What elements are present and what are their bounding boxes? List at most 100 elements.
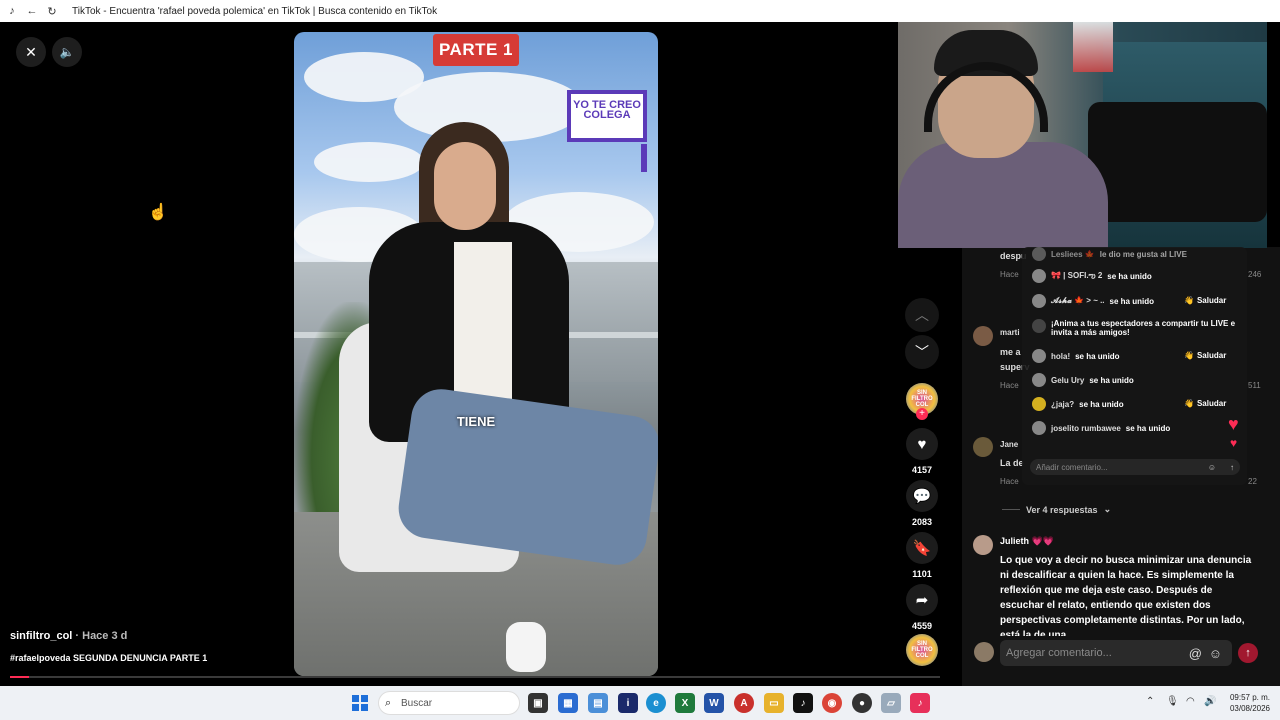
bookmark-icon: 🔖 [912,540,932,557]
author-username[interactable]: sinfiltro_col [10,630,72,642]
jacket-shape [898,142,1108,248]
save-count: 1101 [912,569,932,579]
wave-icon: 👋 [1184,351,1194,360]
microphone-icon[interactable]: 🎙 [1166,696,1179,707]
excel-icon[interactable]: X [675,693,695,713]
comment-text: me a [1000,347,1021,357]
sticker-bar [641,144,647,172]
shirt-shape [454,242,512,412]
video-progress-bar[interactable] [10,676,940,678]
clock-date: 03/08/2026 [1229,704,1270,713]
cloud-shape [314,142,424,182]
comment-text: La de [1000,458,1024,468]
volume-button[interactable]: 🔈 [52,37,82,67]
tiktok-logo-icon: ♪ [9,5,15,17]
share-action[interactable]: ➦ 4559 [902,584,942,631]
volume-icon[interactable]: 🔊 [1204,696,1216,707]
reload-icon[interactable]: ↻ [46,5,58,18]
task-view-icon[interactable]: ▣ [528,693,548,713]
post-comment-button[interactable]: ↑ [1238,643,1258,663]
follow-plus-icon[interactable]: + [916,408,928,420]
comment-input[interactable]: Agregar comentario... @ ☺ [1000,640,1232,666]
sticker-text: YO TE CREO COLEGA [567,90,647,142]
live-event-row: joselito rumbawee se ha unido [1032,421,1170,435]
live-event-row: 𝓐𝓼𝓱𝓪 🍁 > ~ .. se ha unido [1032,294,1154,308]
folder-icon[interactable]: ▭ [764,693,784,713]
video-player[interactable]: PARTE 1 YO TE CREO COLEGA TIENE [294,32,658,676]
comment-time: Hace [1000,270,1019,279]
close-button[interactable]: ✕ [16,37,46,67]
save-action[interactable]: 🔖 1101 [902,532,942,579]
pdf-app-icon[interactable]: A [734,693,754,713]
video-description[interactable]: #rafaelpoveda SEGUNDA DENUNCIA PARTE 1 [10,653,207,663]
store-icon[interactable]: ▦ [558,693,578,713]
commenter-avatar[interactable] [973,535,993,555]
user-avatar [1032,247,1046,261]
emoji-icon[interactable]: ☺ [1208,463,1216,472]
next-video-button[interactable]: ﹀ [905,335,939,369]
windows-start-icon[interactable] [352,695,368,711]
sofa-shape [1088,102,1267,222]
commenter-name[interactable]: Julieth 💗💗 [1000,536,1054,547]
share-count: 4559 [911,621,933,631]
chevron-up-icon[interactable]: ⌃ [1146,696,1154,707]
edge-icon[interactable]: e [646,693,666,713]
live-event-row: ¿jaja? se ha unido [1032,397,1124,411]
avatar [974,642,994,662]
live-chat-overlay: Lesliees 🍁 le dio me gusta al LIVE 🎀 | SO… [1022,247,1247,485]
info-app-icon[interactable]: i [618,693,638,713]
saludar-button[interactable]: 👋 Saludar [1184,399,1226,408]
comment-placeholder: Agregar comentario... [1006,647,1112,659]
previous-video-button[interactable]: ︿ [905,298,939,332]
parte-label: PARTE 1 [433,34,519,66]
live-comment-input[interactable]: Añadir comentario... ☺ ↑ [1030,459,1240,475]
app-icon[interactable]: ▱ [881,693,901,713]
face-shape [434,142,496,230]
saludar-button[interactable]: 👋 Saludar [1184,351,1226,360]
windows-taskbar: ⌕ Buscar ▣ ▦ ▤ i e X W A ▭ ♪ ◉ ● ▱ ♪ ⌃ 🎙 … [0,686,1280,720]
back-arrow-icon[interactable]: ← [26,5,38,17]
commenter-avatar[interactable] [973,326,993,346]
comment-bubble-icon: 💬 [912,488,932,505]
chrome-icon[interactable]: ◉ [822,693,842,713]
saludar-button[interactable]: 👋 Saludar [1184,296,1226,305]
user-avatar [1032,421,1046,435]
commenter-avatar[interactable] [973,437,993,457]
wave-icon: 👋 [1184,399,1194,408]
tiktok-icon[interactable]: ♪ [793,693,813,713]
view-replies-button[interactable]: Ver 4 respuestas ⌄ [1002,504,1111,515]
mention-icon[interactable]: @ [1189,646,1202,661]
comment-action[interactable]: 💬 2083 [902,480,942,527]
author-line: sinfiltro_col · Hace 3 d [10,630,127,642]
music-disc-avatar[interactable]: SIN FILTRO COL [906,634,938,666]
word-icon[interactable]: W [704,693,724,713]
chevron-down-icon: ﹀ [915,344,929,360]
taskbar-search[interactable]: ⌕ Buscar [378,691,520,715]
comment-like-count: 22 [1248,477,1257,486]
live-event-row: Lesliees 🍁 le dio me gusta al LIVE [1032,247,1187,261]
live-event-row: ¡Anima a tus espectadores a compartir tu… [1032,319,1237,337]
commenter-name[interactable]: marti [1000,328,1020,337]
chevron-up-icon: ︿ [915,307,929,323]
tiktok-studio-icon[interactable]: ♪ [910,693,930,713]
window-title: TikTok - Encuentra 'rafael poveda polemi… [72,5,438,17]
send-arrow-icon[interactable]: ↑ [1230,463,1234,472]
close-icon: ✕ [25,43,37,60]
live-event-row: hola! se ha unido [1032,349,1120,363]
user-avatar [1032,349,1046,363]
comment-text: Lo que voy a decir no busca minimizar un… [1000,555,1252,641]
emoji-icon[interactable]: ☺ [1209,646,1222,661]
comment-time: Hace [1000,381,1019,390]
taskbar-clock[interactable]: 09:57 p. m. 03/08/2026 [1226,692,1270,714]
flag-shape [1073,22,1113,72]
wifi-icon[interactable]: ◠ [1186,696,1195,707]
speaker-icon: 🔈 [59,45,75,59]
comment-like-count: 511 [1248,381,1261,390]
commenter-name[interactable]: Jane [1000,440,1018,449]
like-action[interactable]: ♥ 4157 [902,428,942,475]
obs-icon[interactable]: ● [852,693,872,713]
user-avatar [1032,269,1046,283]
photos-icon[interactable]: ▤ [588,693,608,713]
live-event-row: 🎀 | SOFI.ఌ 2 se ha unido [1032,269,1152,283]
heart-icon: ♥ [1228,414,1239,434]
